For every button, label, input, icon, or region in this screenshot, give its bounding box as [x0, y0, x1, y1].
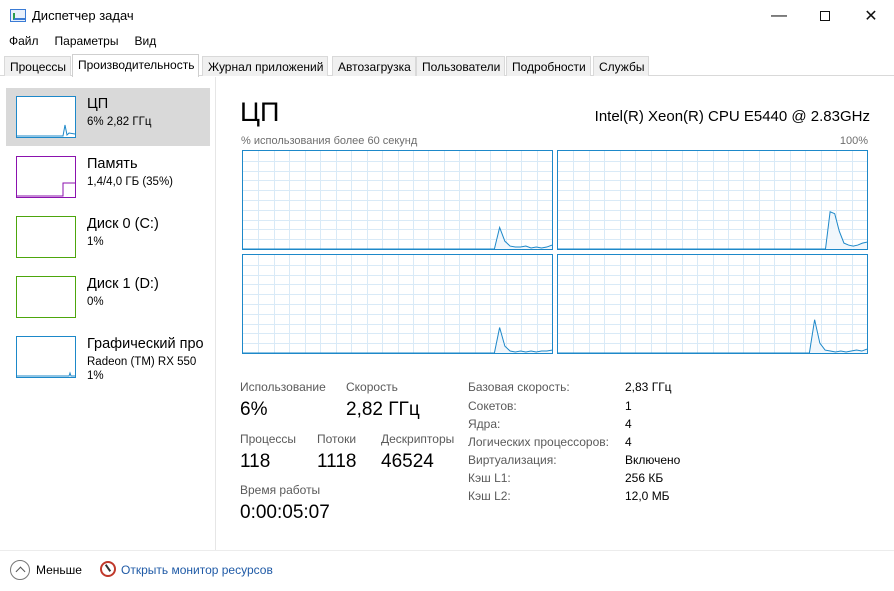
- menu-view[interactable]: Вид: [125, 31, 163, 51]
- sidebar-item-label: ЦП: [87, 96, 109, 112]
- prop-label-cores: Ядра:: [468, 417, 501, 431]
- sidebar-item-detail: 0%: [87, 296, 104, 308]
- sidebar-item-gpu[interactable]: Графический про Radeon (TM) RX 550 1%: [6, 328, 210, 386]
- usage-value: 6%: [240, 399, 268, 420]
- tab-services[interactable]: Службы: [593, 56, 650, 76]
- speed-label: Скорость: [346, 380, 398, 394]
- prop-label-virtualization: Виртуализация:: [468, 453, 557, 467]
- prop-value-l1: 256 КБ: [625, 471, 664, 485]
- menu-options[interactable]: Параметры: [46, 31, 126, 51]
- footer: Меньше Открыть монитор ресурсов: [0, 550, 894, 591]
- core-graph-svg: [243, 255, 552, 353]
- core-graph-svg: [558, 255, 867, 353]
- sidebar-item-disk0[interactable]: Диск 0 (C:) 1%: [6, 208, 210, 266]
- core-graph-svg: [558, 151, 867, 249]
- cpu-core-graph-1: [557, 150, 868, 250]
- page-title: ЦП: [240, 97, 280, 127]
- speed-value: 2,82 ГГц: [346, 399, 420, 420]
- tab-strip: Процессы Производительность Журнал прило…: [0, 54, 894, 77]
- memory-thumbnail: [16, 156, 76, 198]
- resource-monitor-icon: [100, 561, 116, 577]
- sidebar-item-detail: Radeon (TM) RX 550: [87, 356, 197, 368]
- uptime-value: 0:00:05:07: [240, 502, 330, 523]
- sidebar-item-label: Диск 0 (C:): [87, 216, 159, 232]
- threads-label: Потоки: [317, 432, 357, 446]
- usage-label: Использование: [240, 380, 326, 394]
- resource-sidebar: ЦП 6% 2,82 ГГц Память 1,4/4,0 ГБ (35%) Д…: [0, 77, 216, 550]
- tab-performance[interactable]: Производительность: [72, 54, 200, 77]
- processes-label: Процессы: [240, 432, 297, 446]
- sidebar-item-usage: 1%: [87, 370, 104, 382]
- cpu-core-graph-2: [242, 254, 553, 354]
- sidebar-item-detail: 1,4/4,0 ГБ (35%): [87, 176, 174, 188]
- maximize-icon: [820, 10, 830, 21]
- prop-value-sockets: 1: [625, 399, 632, 413]
- disk0-thumbnail: [16, 216, 76, 258]
- menu-file[interactable]: Файл: [0, 31, 46, 51]
- tab-startup[interactable]: Автозагрузка: [332, 56, 416, 76]
- sidebar-item-detail: 6% 2,82 ГГц: [87, 116, 152, 128]
- chevron-up-icon[interactable]: [10, 560, 30, 580]
- graph-caption: % использования более 60 секунд: [241, 135, 418, 147]
- close-button[interactable]: ✕: [848, 0, 894, 31]
- prop-label-l2: Кэш L2:: [468, 489, 511, 503]
- window-title: Диспетчер задач: [32, 8, 134, 23]
- task-manager-icon: [10, 9, 26, 22]
- prop-value-logical: 4: [625, 435, 632, 449]
- cpu-core-graph-0: [242, 150, 553, 250]
- threads-value: 1118: [317, 451, 357, 472]
- prop-label-base-speed: Базовая скорость:: [468, 380, 570, 394]
- memory-thumbnail-graph: [17, 182, 75, 197]
- prop-value-cores: 4: [625, 417, 632, 431]
- tab-users[interactable]: Пользователи: [416, 56, 506, 76]
- cpu-thumbnail-graph: [17, 124, 76, 137]
- tab-app-history[interactable]: Журнал приложений: [202, 56, 329, 76]
- sidebar-item-detail: 1%: [87, 236, 104, 248]
- sidebar-item-label: Память: [87, 156, 138, 172]
- fewer-details-button[interactable]: Меньше: [36, 563, 82, 577]
- sidebar-item-cpu[interactable]: ЦП 6% 2,82 ГГц: [6, 88, 210, 146]
- cpu-core-graph-3: [557, 254, 868, 354]
- prop-label-logical: Логических процессоров:: [468, 435, 609, 449]
- prop-label-l1: Кэш L1:: [468, 471, 511, 485]
- processes-value: 118: [240, 451, 271, 472]
- open-resource-monitor-link[interactable]: Открыть монитор ресурсов: [121, 563, 273, 577]
- title-bar: Диспетчер задач — ✕: [0, 0, 894, 31]
- cpu-model-name: Intel(R) Xeon(R) CPU E5440 @ 2.83GHz: [594, 108, 870, 125]
- cpu-thumbnail: [16, 96, 76, 138]
- handles-label: Дескрипторы: [381, 432, 455, 446]
- prop-value-l2: 12,0 МБ: [625, 489, 670, 503]
- sidebar-item-disk1[interactable]: Диск 1 (D:) 0%: [6, 268, 210, 326]
- prop-label-sockets: Сокетов:: [468, 399, 517, 413]
- tab-details[interactable]: Подробности: [506, 56, 591, 76]
- gpu-thumbnail: [16, 336, 76, 378]
- core-graph-svg: [243, 151, 552, 249]
- sidebar-item-label: Диск 1 (D:): [87, 276, 159, 292]
- handles-value: 46524: [381, 451, 434, 472]
- maximize-button[interactable]: [802, 0, 848, 31]
- graph-max-label: 100%: [839, 135, 868, 147]
- prop-value-virtualization: Включено: [625, 453, 681, 467]
- menu-bar: Файл Параметры Вид: [0, 31, 894, 51]
- sidebar-item-label: Графический про: [87, 336, 204, 352]
- minimize-button[interactable]: —: [756, 0, 802, 31]
- tab-processes[interactable]: Процессы: [4, 56, 72, 76]
- gpu-thumbnail-graph: [17, 371, 75, 377]
- sidebar-item-memory[interactable]: Память 1,4/4,0 ГБ (35%): [6, 148, 210, 206]
- prop-value-base-speed: 2,83 ГГц: [625, 380, 672, 394]
- uptime-label: Время работы: [240, 483, 321, 497]
- disk1-thumbnail: [16, 276, 76, 318]
